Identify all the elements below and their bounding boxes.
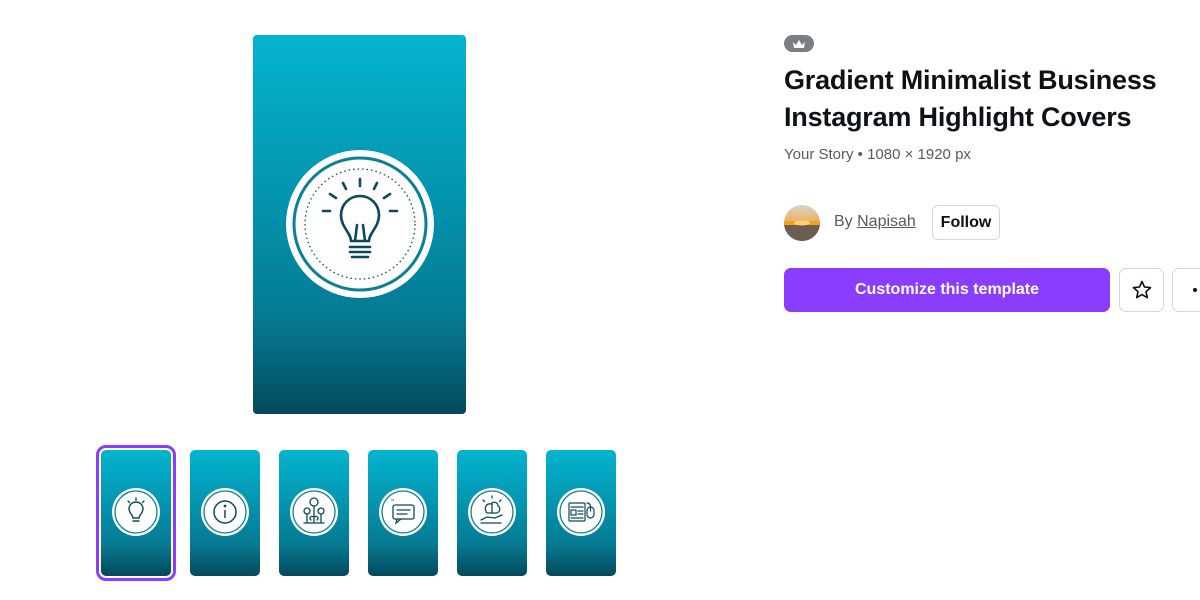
author-link[interactable]: Napisah [857, 213, 916, 230]
brain-hand-icon [468, 488, 516, 536]
template-subtitle: Your Story • 1080 × 1920 px [784, 146, 971, 163]
star-icon [1132, 280, 1151, 299]
author-byline: By Napisah [834, 213, 916, 231]
crown-icon [793, 39, 805, 48]
thumbnail-2[interactable] [190, 450, 260, 576]
sunset-avatar-icon [784, 220, 820, 241]
money-plant-icon [290, 488, 338, 536]
lightbulb-badge-icon [286, 150, 434, 298]
info-icon [201, 488, 249, 536]
lightbulb-icon [112, 488, 160, 536]
quote-bubble-icon: " [379, 488, 427, 536]
news-mouse-icon [557, 488, 605, 536]
thumbnail-5[interactable] [457, 450, 527, 576]
premium-badge [784, 35, 814, 52]
more-icon [1192, 288, 1200, 292]
more-options-button[interactable] [1172, 268, 1200, 312]
follow-button[interactable]: Follow [932, 205, 1000, 240]
template-title: Gradient Minimalist Business Instagram H… [784, 65, 1157, 132]
svg-text:": " [391, 498, 394, 506]
customize-template-button[interactable]: Customize this template [784, 268, 1110, 312]
thumbnail-1[interactable] [96, 445, 176, 581]
author-avatar[interactable] [784, 205, 820, 241]
thumbnail-3[interactable] [279, 450, 349, 576]
by-label: By [834, 213, 853, 230]
thumbnail-4[interactable]: " [368, 450, 438, 576]
favorite-button[interactable] [1119, 268, 1164, 312]
template-preview [253, 35, 466, 414]
thumbnail-6[interactable] [546, 450, 616, 576]
